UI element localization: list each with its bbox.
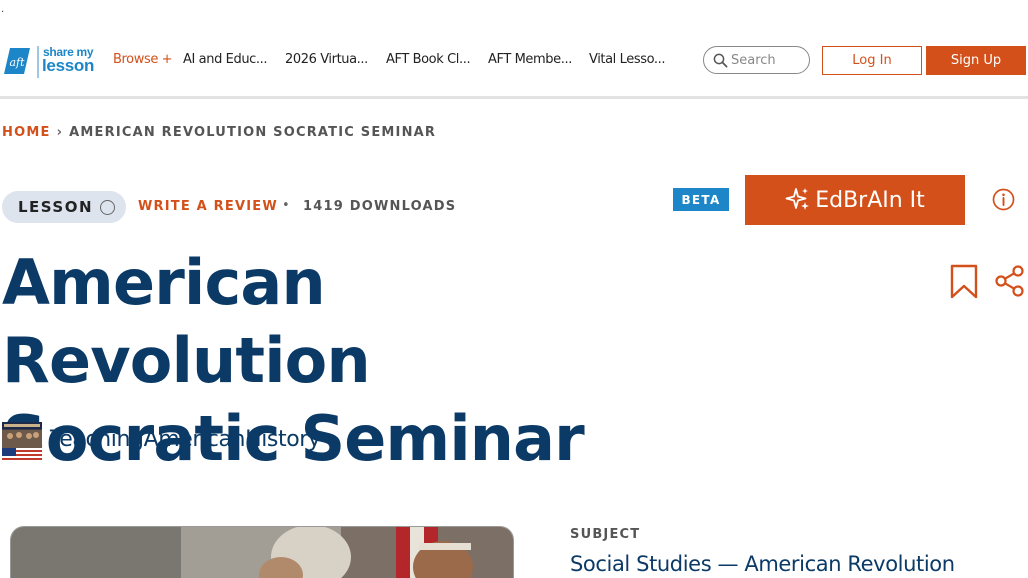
logo-word-lesson: lesson: [42, 56, 95, 75]
signup-button[interactable]: Sign Up: [926, 46, 1026, 75]
beta-badge: BETA: [673, 188, 729, 211]
nav-browse[interactable]: Browse +: [113, 52, 173, 67]
svg-text:aft: aft: [9, 56, 25, 69]
breadcrumb-home-link[interactable]: HOME: [2, 125, 51, 140]
downloads-count: 1419 DOWNLOADS: [303, 199, 457, 214]
info-icon[interactable]: [992, 188, 1015, 211]
page-title-line1: American Revolution: [2, 246, 371, 397]
chevron-right-icon: ›: [56, 125, 64, 140]
nav-item-vital-lessons[interactable]: Vital Lesso...: [589, 52, 666, 67]
meta-bullet: •: [282, 198, 290, 213]
nav-item-2026-virtual[interactable]: 2026 Virtua...: [285, 52, 368, 67]
edbrain-button[interactable]: EdBrAIn It: [745, 175, 965, 225]
breadcrumb-current: AMERICAN REVOLUTION SOCRATIC SEMINAR: [69, 125, 437, 140]
login-button[interactable]: Log In: [822, 46, 922, 75]
author-avatar[interactable]: [2, 422, 42, 462]
edbrain-label: EdBrAIn It: [815, 187, 925, 213]
header-divider: [0, 96, 1028, 99]
aft-logo-icon: aft: [4, 48, 30, 74]
subject-value[interactable]: Social Studies — American Revolution: [570, 552, 955, 576]
write-review-link[interactable]: WRITE A REVIEW: [138, 199, 278, 214]
breadcrumb: HOME › AMERICAN REVOLUTION SOCRATIC SEMINA…: [2, 125, 436, 140]
nav-item-aft-book-club[interactable]: AFT Book Cl...: [386, 52, 471, 67]
search-icon: [713, 53, 728, 68]
sparkle-icon: [785, 187, 811, 213]
search-box[interactable]: [703, 46, 810, 74]
bookmark-icon[interactable]: [950, 264, 978, 300]
nav-item-aft-members[interactable]: AFT Membe...: [488, 52, 572, 67]
resource-type-label: LESSON: [18, 198, 94, 216]
lesson-hero-image: [10, 526, 514, 578]
sharemylesson-logo[interactable]: aft share my lesson: [2, 42, 98, 78]
resource-type-badge[interactable]: LESSON: [2, 191, 126, 223]
nav-item-ai-education[interactable]: AI and Educ...: [183, 52, 268, 67]
logo-separator: [37, 46, 39, 78]
author-name-link[interactable]: TeachingAmericanHistory: [50, 427, 321, 452]
type-info-icon: [100, 199, 116, 215]
top-marker: .: [1, 4, 5, 15]
share-icon[interactable]: [995, 265, 1025, 297]
subject-label: SUBJECT: [570, 527, 641, 542]
search-input[interactable]: [731, 51, 805, 69]
site-header: aft share my lesson Browse + AI and Educ…: [0, 40, 1028, 82]
